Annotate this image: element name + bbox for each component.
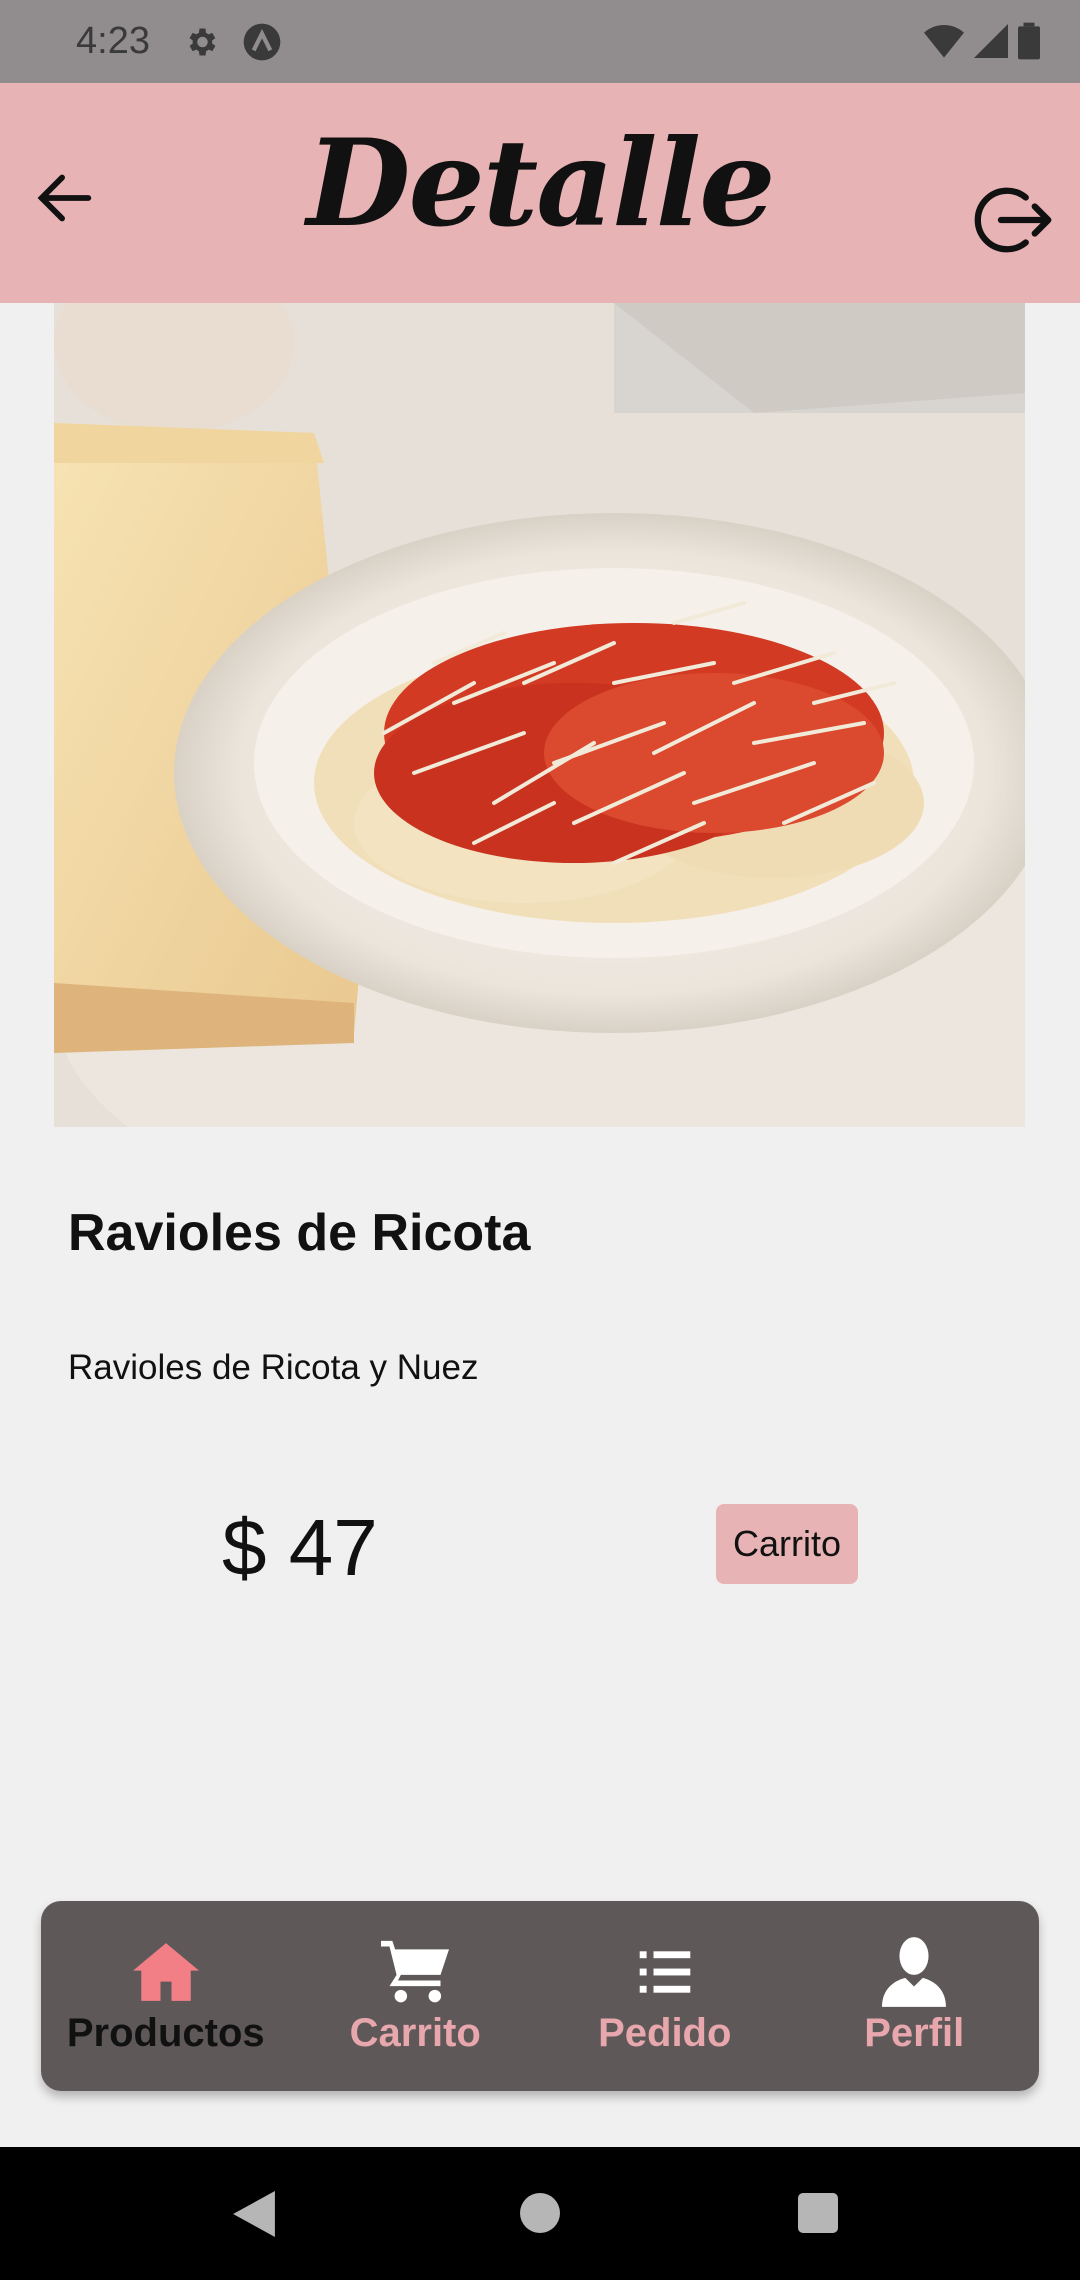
status-icons <box>924 22 1040 60</box>
status-time: 4:23 <box>76 20 150 62</box>
signal-icon <box>974 24 1008 58</box>
battery-icon <box>1018 22 1040 60</box>
nav-item-pedido[interactable]: Pedido <box>540 1901 790 2091</box>
settings-gear-icon <box>183 24 219 65</box>
product-price: $ 47 <box>222 1503 378 1592</box>
nav-item-carrito[interactable]: Carrito <box>291 1901 541 2091</box>
logout-button[interactable] <box>965 175 1055 265</box>
bottom-navigation: Productos Carrito Pedido Perfil <box>41 1901 1039 2091</box>
add-to-cart-button[interactable]: Carrito <box>716 1504 858 1584</box>
status-bar: 4:23 <box>0 0 1080 83</box>
nav-label: Pedido <box>598 2010 732 2055</box>
home-icon <box>132 1937 199 2007</box>
nav-label: Productos <box>66 2010 265 2055</box>
page-title: Detalle <box>306 113 775 254</box>
system-home-icon[interactable] <box>520 2193 560 2233</box>
nav-item-productos[interactable]: Productos <box>41 1901 291 2091</box>
nav-label: Perfil <box>864 2010 965 2055</box>
app-a-icon <box>242 22 282 67</box>
wifi-icon <box>924 25 964 58</box>
list-icon <box>639 1937 691 2007</box>
product-description: Ravioles de Ricota y Nuez <box>68 1348 479 1387</box>
system-recents-icon[interactable] <box>798 2193 838 2233</box>
cart-icon <box>381 1937 450 2007</box>
product-image <box>54 303 1025 1127</box>
logout-icon <box>974 187 1052 253</box>
system-navigation-bar <box>0 2147 1080 2280</box>
nav-label: Carrito <box>349 2010 481 2055</box>
system-back-icon[interactable] <box>232 2191 276 2237</box>
user-icon <box>882 1936 947 2007</box>
nav-item-perfil[interactable]: Perfil <box>790 1901 1040 2091</box>
app-bar: Detalle <box>0 83 1080 303</box>
product-name: Ravioles de Ricota <box>68 1204 531 1262</box>
